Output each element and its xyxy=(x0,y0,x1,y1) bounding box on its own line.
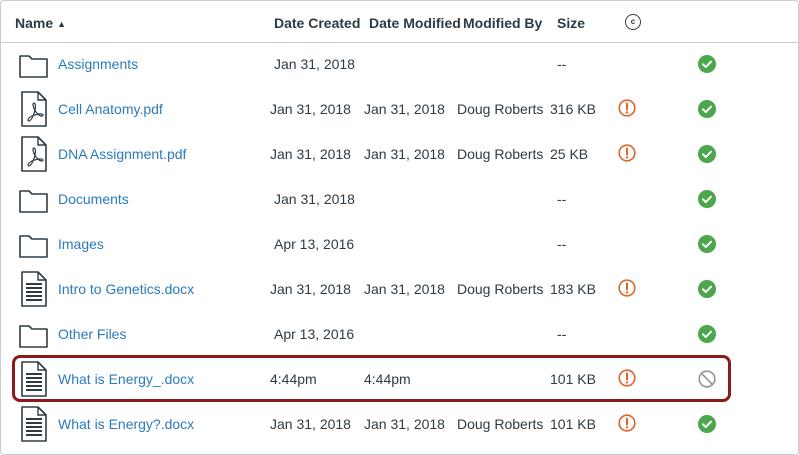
table-row[interactable]: What is Energy?.docx Jan 31, 2018 Jan 31… xyxy=(1,401,798,446)
published-check-icon[interactable] xyxy=(698,415,716,433)
column-header-size[interactable]: Size xyxy=(557,15,585,31)
pdf-file-icon xyxy=(19,136,49,172)
column-header-modified-by[interactable]: Modified By xyxy=(463,15,542,31)
table-row[interactable]: DNA Assignment.pdf Jan 31, 2018 Jan 31, … xyxy=(1,131,798,176)
modified-by: Doug Roberts xyxy=(457,101,544,117)
file-size: 101 KB xyxy=(550,371,596,387)
column-header-name-label: Name xyxy=(15,15,54,31)
file-name-link[interactable]: Assignments xyxy=(58,56,138,72)
file-size: 101 KB xyxy=(550,416,596,432)
folder-icon xyxy=(19,226,49,262)
modified-by: Doug Roberts xyxy=(457,281,544,297)
date-modified: 4:44pm xyxy=(364,371,411,387)
folder-icon xyxy=(19,181,49,217)
column-header-date-created[interactable]: Date Created xyxy=(274,15,360,31)
published-check-icon[interactable] xyxy=(698,55,716,73)
folder-icon xyxy=(19,316,49,352)
table-header: Name ▲ Date Created Date Modified Modifie… xyxy=(1,1,798,43)
date-modified: Jan 31, 2018 xyxy=(364,416,445,432)
date-modified: Jan 31, 2018 xyxy=(364,281,445,297)
warning-icon[interactable] xyxy=(618,414,636,432)
file-size: 25 KB xyxy=(550,146,589,162)
file-size: 316 KB xyxy=(550,101,596,117)
modified-by: Doug Roberts xyxy=(457,146,544,162)
published-check-icon[interactable] xyxy=(698,100,716,118)
file-name-link[interactable]: Cell Anatomy.pdf xyxy=(58,101,163,117)
warning-icon[interactable] xyxy=(618,279,636,297)
date-created: Jan 31, 2018 xyxy=(270,281,351,297)
table-row[interactable]: Cell Anatomy.pdf Jan 31, 2018 Jan 31, 20… xyxy=(1,86,798,131)
folder-icon xyxy=(19,46,49,82)
table-row[interactable]: What is Energy_.docx 4:44pm 4:44pm 101 K… xyxy=(1,356,798,401)
document-file-icon xyxy=(19,361,49,397)
table-row[interactable]: Images Apr 13, 2016 -- xyxy=(1,221,798,266)
file-name-link[interactable]: What is Energy_.docx xyxy=(58,371,194,387)
file-name-link[interactable]: Other Files xyxy=(58,326,126,342)
published-check-icon[interactable] xyxy=(698,280,716,298)
file-size: -- xyxy=(557,191,567,207)
table-row[interactable]: Intro to Genetics.docx Jan 31, 2018 Jan … xyxy=(1,266,798,311)
modified-by: Doug Roberts xyxy=(457,416,544,432)
files-table: Name ▲ Date Created Date Modified Modifie… xyxy=(0,0,799,455)
published-check-icon[interactable] xyxy=(698,325,716,343)
date-created: Jan 31, 2018 xyxy=(270,416,351,432)
warning-icon[interactable] xyxy=(618,99,636,117)
file-size: -- xyxy=(557,56,567,72)
file-name-link[interactable]: What is Energy?.docx xyxy=(58,416,194,432)
date-modified: Jan 31, 2018 xyxy=(364,101,445,117)
date-modified: Jan 31, 2018 xyxy=(364,146,445,162)
warning-icon[interactable] xyxy=(618,369,636,387)
unpublished-icon[interactable] xyxy=(698,370,716,388)
file-size: -- xyxy=(557,236,567,252)
file-name-link[interactable]: Intro to Genetics.docx xyxy=(58,281,194,297)
column-header-date-modified[interactable]: Date Modified xyxy=(369,15,461,31)
date-created: Apr 13, 2016 xyxy=(274,326,355,342)
warning-icon[interactable] xyxy=(618,144,636,162)
document-file-icon xyxy=(19,271,49,307)
date-created: Apr 13, 2016 xyxy=(274,236,355,252)
date-created: 4:44pm xyxy=(270,371,317,387)
column-header-name[interactable]: Name ▲ xyxy=(15,15,66,31)
document-file-icon xyxy=(19,406,49,442)
published-check-icon[interactable] xyxy=(698,190,716,208)
published-check-icon[interactable] xyxy=(698,145,716,163)
file-name-link[interactable]: Documents xyxy=(58,191,129,207)
pdf-file-icon xyxy=(19,91,49,127)
file-name-link[interactable]: Images xyxy=(58,236,104,252)
date-created: Jan 31, 2018 xyxy=(274,56,355,72)
date-created: Jan 31, 2018 xyxy=(274,191,355,207)
sort-ascending-icon: ▲ xyxy=(57,19,67,29)
table-row[interactable]: Assignments Jan 31, 2018 -- xyxy=(1,41,798,86)
file-name-link[interactable]: DNA Assignment.pdf xyxy=(58,146,186,162)
file-size: 183 KB xyxy=(550,281,596,297)
date-created: Jan 31, 2018 xyxy=(270,146,351,162)
published-check-icon[interactable] xyxy=(698,235,716,253)
file-size: -- xyxy=(557,326,567,342)
usage-rights-icon: c xyxy=(625,14,641,30)
date-created: Jan 31, 2018 xyxy=(270,101,351,117)
table-row[interactable]: Documents Jan 31, 2018 -- xyxy=(1,176,798,221)
table-row[interactable]: Other Files Apr 13, 2016 -- xyxy=(1,311,798,356)
